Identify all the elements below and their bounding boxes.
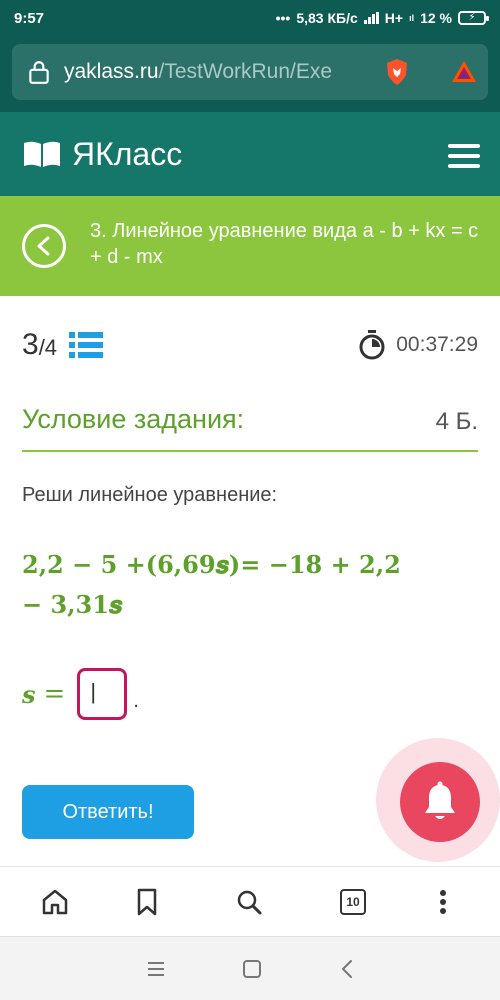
back-button[interactable] xyxy=(22,224,66,268)
answer-row: s = | . xyxy=(22,668,139,720)
logo-text: ЯКласс xyxy=(72,135,183,172)
system-nav-bar xyxy=(0,936,500,1000)
url-host: yaklass.ru xyxy=(64,60,159,83)
back-chevron-icon xyxy=(342,960,352,978)
task-timer: 00:37:29 xyxy=(358,330,478,360)
more-menu-button[interactable] xyxy=(426,885,460,919)
answer-input[interactable]: | xyxy=(77,668,128,720)
timer-value: 00:37:29 xyxy=(396,333,478,356)
stopwatch-icon xyxy=(359,330,385,360)
network-speed: 5,83 КБ/с xyxy=(296,10,358,26)
menu-icon[interactable] xyxy=(448,144,480,168)
answer-equals: = xyxy=(43,679,66,709)
status-time: 9:57 xyxy=(14,9,45,27)
home-button[interactable] xyxy=(38,885,72,919)
answer-variable: s xyxy=(22,679,36,709)
site-header: ЯКласс xyxy=(0,112,500,196)
topic-title: 3. Линейное уравнение вида a - b + kx = … xyxy=(90,220,479,268)
brave-shield-icon[interactable] xyxy=(382,57,412,87)
task-points: 4 Б. xyxy=(435,408,478,435)
bookmark-icon xyxy=(137,888,157,916)
task-current: 3 xyxy=(22,328,39,361)
status-bar: 9:57 ••• 5,83 КБ/с H+ ıl 12 % ⚡ xyxy=(0,0,500,36)
task-list-icon[interactable] xyxy=(69,331,104,359)
signal-icon xyxy=(363,12,379,24)
submit-button[interactable]: Ответить! xyxy=(22,785,194,839)
tabs-count: 10 xyxy=(340,889,366,915)
square-icon xyxy=(243,960,261,978)
browser-toolbar: 10 xyxy=(0,866,500,936)
back-system-button[interactable] xyxy=(334,955,362,983)
status-indicators: ••• 5,83 КБ/с H+ ıl 12 % ⚡ xyxy=(275,10,489,26)
tabs-button[interactable]: 10 xyxy=(336,885,370,919)
task-total: /4 xyxy=(38,335,58,360)
battery-percent: 12 % xyxy=(420,10,452,26)
equation: 2,2 − 5 +(6,69𝒔)= −18 + 2,2 − 3,31𝒔 xyxy=(22,545,492,625)
task-instruction: Реши линейное уравнение: xyxy=(22,484,278,506)
answer-period: . xyxy=(133,689,139,712)
notification-bell-button[interactable] xyxy=(400,762,480,842)
task-counter: 3 /4 xyxy=(22,328,104,362)
search-icon xyxy=(237,890,262,915)
recent-apps-button[interactable] xyxy=(142,955,170,983)
bell-icon xyxy=(425,781,455,819)
condition-label: Условие задания: xyxy=(22,404,245,434)
book-logo-icon xyxy=(24,141,60,167)
search-button[interactable] xyxy=(232,885,266,919)
more-vertical-icon xyxy=(440,890,446,914)
chevron-left-icon xyxy=(37,236,50,256)
url-field[interactable]: yaklass.ru/TestWorkRun/Exe xyxy=(12,44,488,100)
condition-header: Условие задания: 4 Б. xyxy=(22,404,478,452)
network-type: H+ xyxy=(384,10,404,26)
browser-address-bar: yaklass.ru/TestWorkRun/Exe xyxy=(0,36,500,112)
notification-dots: ••• xyxy=(275,10,291,26)
network-sub-signal: ıl xyxy=(409,13,415,23)
bookmark-button[interactable] xyxy=(130,885,164,919)
battery-charging-icon: ⚡ xyxy=(458,11,489,25)
topic-bar: 3. Линейное уравнение вида a - b + kx = … xyxy=(0,196,500,296)
site-logo[interactable]: ЯКласс xyxy=(22,136,182,173)
equation-line-2: − 3,31𝒔 xyxy=(22,590,123,619)
home-system-button[interactable] xyxy=(238,955,266,983)
recents-icon xyxy=(148,962,164,976)
equation-line-1: 2,2 − 5 +(6,69𝒔)= −18 + 2,2 xyxy=(22,550,401,579)
notification-bell-halo xyxy=(376,738,500,862)
brave-rewards-icon[interactable] xyxy=(450,58,478,86)
url-path: /TestWorkRun/Exe xyxy=(158,60,333,83)
url-text: yaklass.ru/TestWorkRun/Exe xyxy=(64,60,364,84)
home-icon xyxy=(42,889,68,915)
lock-icon xyxy=(29,61,49,84)
